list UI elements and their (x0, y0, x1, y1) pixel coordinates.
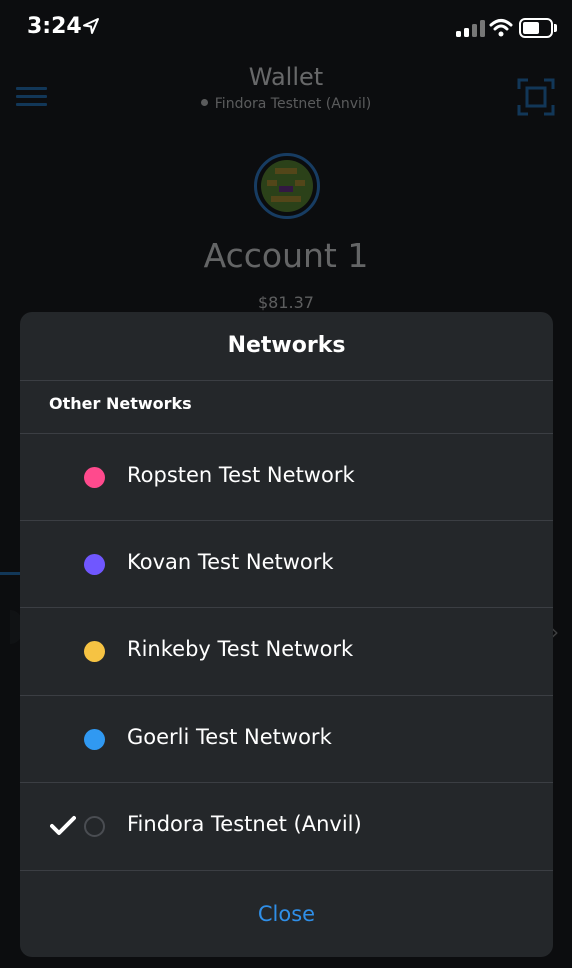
wifi-icon (489, 19, 513, 37)
account-balance: $81.37 (258, 293, 314, 312)
tab-indicator (0, 572, 20, 575)
location-arrow-icon (83, 18, 99, 34)
network-color-dot-icon (84, 554, 105, 575)
network-item-goerli[interactable]: Goerli Test Network (20, 696, 553, 783)
close-button[interactable]: Close (20, 872, 553, 957)
network-item-label: Kovan Test Network (127, 550, 334, 574)
network-item-ropsten[interactable]: Ropsten Test Network (20, 434, 553, 521)
network-item-label: Goerli Test Network (127, 725, 332, 749)
wallet-title: Wallet (248, 63, 324, 91)
network-item-label: Rinkeby Test Network (127, 637, 354, 661)
cellular-signal-icon (456, 19, 486, 37)
network-item-label: Findora Testnet (Anvil) (127, 812, 362, 836)
network-dot-icon (200, 99, 208, 106)
status-bar: 3:24 (0, 0, 572, 58)
status-time: 3:24 (27, 14, 82, 39)
network-item-label: Ropsten Test Network (127, 463, 355, 487)
account-name[interactable]: Account 1 (0, 236, 572, 275)
network-color-dot-icon (84, 467, 105, 488)
network-item-findora-testnet[interactable]: Findora Testnet (Anvil) (20, 783, 553, 870)
checkmark-icon (50, 816, 76, 835)
network-color-dot-icon (84, 641, 105, 662)
wallet-network-indicator[interactable]: Findora Testnet (Anvil) (0, 96, 572, 112)
divider (20, 380, 553, 381)
network-color-dot-icon (84, 729, 105, 750)
modal-title: Networks (227, 333, 346, 358)
section-header-other-networks: Other Networks (49, 394, 192, 413)
wallet-network-label: Findora Testnet (Anvil) (214, 96, 372, 112)
network-color-dot-icon (84, 816, 105, 837)
account-avatar[interactable] (254, 153, 320, 219)
networks-modal: Networks Other Networks Ropsten Test Net… (20, 312, 553, 957)
qr-scan-icon[interactable] (517, 78, 555, 116)
network-item-rinkeby[interactable]: Rinkeby Test Network (20, 608, 553, 695)
divider (20, 870, 553, 871)
network-item-kovan[interactable]: Kovan Test Network (20, 521, 553, 608)
battery-icon (519, 18, 557, 38)
